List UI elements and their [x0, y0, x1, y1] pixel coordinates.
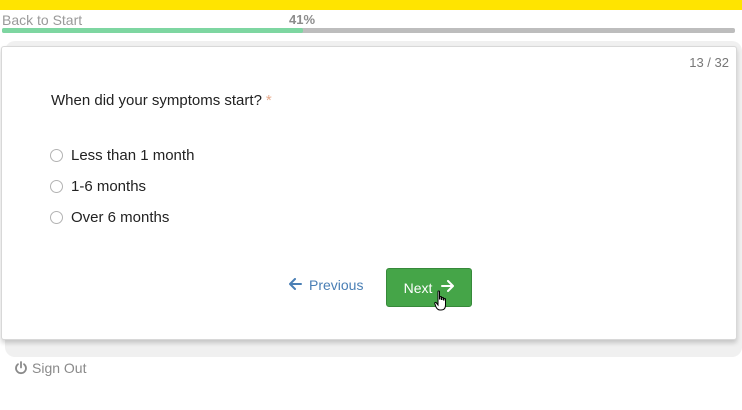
question-counter: 13 / 32 [689, 55, 729, 70]
option-over-6-months[interactable]: Over 6 months [50, 209, 169, 226]
top-accent-bar [0, 0, 742, 10]
progress-percent: 41% [289, 12, 316, 27]
required-mark: * [265, 92, 272, 109]
question-card: 13 / 32 When did your symptoms start? * L… [1, 46, 737, 340]
next-label: Next [403, 279, 433, 296]
question-text: When did your symptoms start? * [51, 92, 272, 109]
option-less-than-1-month[interactable]: Less than 1 month [50, 147, 194, 164]
question-label: When did your symptoms start? [51, 92, 262, 109]
previous-label: Previous [309, 277, 364, 293]
previous-button[interactable]: Previous [289, 277, 363, 293]
radio-button[interactable] [50, 211, 63, 224]
sign-out-label: Sign Out [32, 360, 87, 376]
next-button[interactable]: Next [386, 268, 472, 307]
progress-bar-fill [2, 28, 303, 33]
option-label: Over 6 months [71, 209, 170, 226]
option-label: Less than 1 month [71, 147, 195, 164]
sign-out-link[interactable]: Sign Out [14, 360, 86, 376]
progress-bar [2, 28, 735, 33]
option-1-6-months[interactable]: 1-6 months [50, 178, 146, 195]
power-icon [15, 361, 27, 375]
option-label: 1-6 months [71, 178, 147, 195]
arrow-left-icon [289, 277, 302, 293]
hand-pointer-icon [434, 290, 448, 312]
back-to-start-link[interactable]: Back to Start [2, 12, 82, 28]
radio-button[interactable] [50, 180, 63, 193]
radio-button[interactable] [50, 149, 63, 162]
